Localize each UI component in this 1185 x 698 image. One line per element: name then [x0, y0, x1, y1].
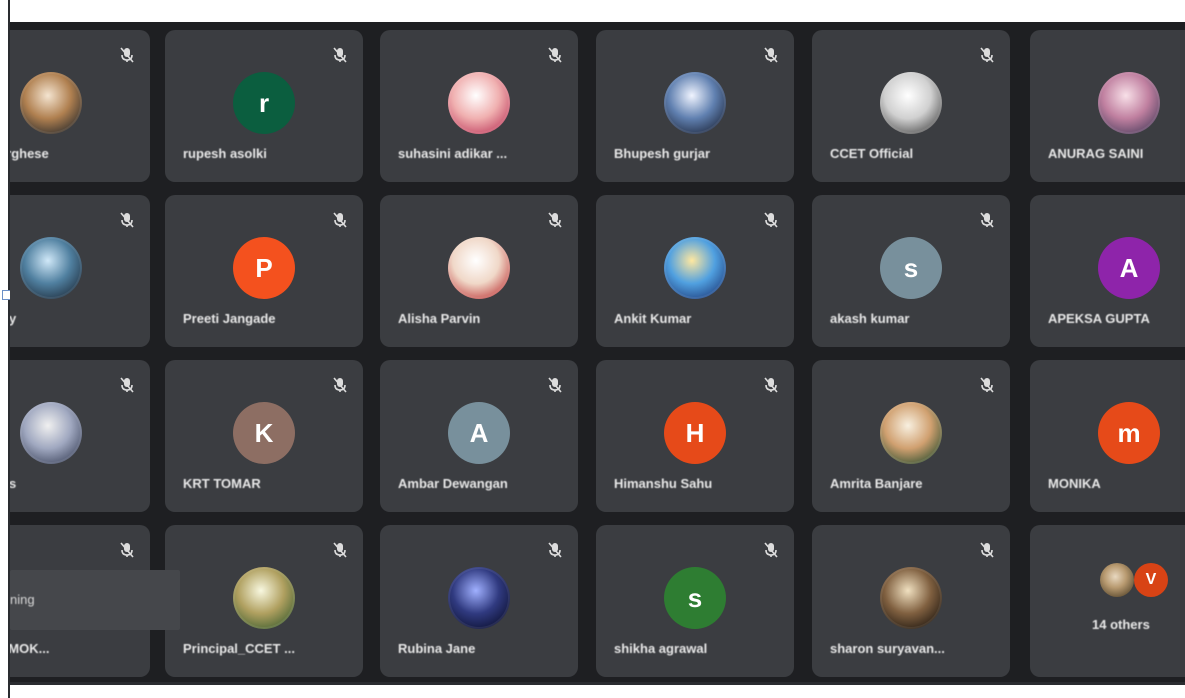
mic-off-icon	[980, 377, 994, 393]
avatar: r	[233, 72, 295, 134]
mic-off-icon	[333, 212, 347, 228]
avatar	[880, 567, 942, 629]
participant-grid: V 14 others sharon suryavan... s shikha agra…	[10, 22, 1185, 682]
bottom-edge-line	[10, 682, 1185, 685]
avatar: A	[1098, 237, 1160, 299]
avatar	[20, 72, 82, 134]
mic-off-icon	[764, 47, 778, 63]
participant-name: rupesh asolki	[183, 146, 267, 161]
participant-tile[interactable]: m MONIKA	[1030, 360, 1185, 512]
participant-name: suhasini adikar ...	[398, 146, 508, 161]
hover-overlay: ning	[10, 570, 180, 630]
mic-off-icon	[120, 377, 134, 393]
mic-off-icon	[980, 212, 994, 228]
avatar: A	[448, 402, 510, 464]
avatar	[20, 402, 82, 464]
avatar	[880, 402, 942, 464]
participant-tile[interactable]: ANURAG SAINI	[1030, 30, 1185, 182]
participant-tile[interactable]: Amrita Banjare	[812, 360, 1010, 512]
participant-name: Ambar Dewangan	[398, 476, 508, 491]
participant-tile[interactable]: A Ambar Dewangan	[380, 360, 578, 512]
mic-off-icon	[333, 377, 347, 393]
participant-name: Amrita Banjare	[830, 476, 923, 491]
participant-tile[interactable]: Rubina Jane	[380, 525, 578, 677]
participant-tile[interactable]: CCET Official	[812, 30, 1010, 182]
participant-name: 14 others	[1092, 617, 1150, 632]
participant-tile[interactable]: Alisha Parvin	[380, 195, 578, 347]
participant-name: APEKSA GUPTA	[1048, 311, 1150, 326]
avatar: m	[1098, 402, 1160, 464]
participant-tile[interactable]: H Himanshu Sahu	[596, 360, 794, 512]
participant-tile[interactable]: s shikha agrawal	[596, 525, 794, 677]
participant-tile[interactable]: r rupesh asolki	[165, 30, 363, 182]
avatar: s	[664, 567, 726, 629]
mic-off-icon	[120, 47, 134, 63]
participant-tile[interactable]: V 14 others	[1030, 525, 1185, 677]
participant-tile[interactable]: Devdas	[10, 360, 150, 512]
avatar	[448, 72, 510, 134]
participant-name: Principal_CCET ...	[183, 641, 295, 656]
participant-name: KRT TOMAR	[183, 476, 261, 491]
participant-name: akash kumar	[830, 311, 910, 326]
participant-tile[interactable]: P Preeti Jangade	[165, 195, 363, 347]
participant-name: Preeti Jangade	[183, 311, 276, 326]
participant-name: ifabhi MOK...	[10, 641, 50, 656]
mic-off-icon	[548, 47, 562, 63]
mic-off-icon	[764, 212, 778, 228]
participant-tile[interactable]: s akash kumar	[812, 195, 1010, 347]
participant-name: Himanshu Sahu	[614, 476, 713, 491]
participant-tile[interactable]: suhasini adikar ...	[380, 30, 578, 182]
avatar: V	[1134, 563, 1168, 597]
participant-tile[interactable]: Ankit Kumar	[596, 195, 794, 347]
avatar	[448, 567, 510, 629]
avatar	[448, 237, 510, 299]
others-avatars: V	[1100, 563, 1170, 603]
participant-name: sharon suryavan...	[830, 641, 945, 656]
mic-off-icon	[764, 377, 778, 393]
mic-off-icon	[980, 47, 994, 63]
avatar	[880, 72, 942, 134]
mic-off-icon	[764, 542, 778, 558]
participant-name: Devdas	[10, 476, 17, 491]
avatar: H	[664, 402, 726, 464]
mic-off-icon	[120, 212, 134, 228]
mic-off-icon	[548, 542, 562, 558]
participant-tile[interactable]: Bhupesh gurjar	[596, 30, 794, 182]
participant-tile[interactable]: Pandey	[10, 195, 150, 347]
avatar: P	[233, 237, 295, 299]
participant-name: Pandey	[10, 311, 17, 326]
participant-tile[interactable]: PV Varghese	[10, 30, 150, 182]
avatar	[1100, 563, 1134, 597]
participant-tile[interactable]: K KRT TOMAR	[165, 360, 363, 512]
avatar	[20, 237, 82, 299]
participant-name: ANURAG SAINI	[1048, 146, 1144, 161]
participant-name: PV Varghese	[10, 146, 49, 161]
participant-name: MONIKA	[1048, 476, 1101, 491]
hover-overlay-text: ning	[10, 592, 35, 607]
mic-off-icon	[333, 542, 347, 558]
participant-tile[interactable]: sharon suryavan...	[812, 525, 1010, 677]
mic-off-icon	[980, 542, 994, 558]
mic-off-icon	[548, 377, 562, 393]
avatar	[664, 72, 726, 134]
mic-off-icon	[120, 542, 134, 558]
participant-name: Alisha Parvin	[398, 311, 481, 326]
participant-tile[interactable]: A APEKSA GUPTA	[1030, 195, 1185, 347]
avatar	[233, 567, 295, 629]
avatar	[1098, 72, 1160, 134]
participant-name: shikha agrawal	[614, 641, 708, 656]
mic-off-icon	[548, 212, 562, 228]
participant-name: Rubina Jane	[398, 641, 476, 656]
participant-name: CCET Official	[830, 146, 914, 161]
participant-name: Ankit Kumar	[614, 311, 692, 326]
avatar	[664, 237, 726, 299]
avatar: K	[233, 402, 295, 464]
participant-name: Bhupesh gurjar	[614, 146, 711, 161]
participant-tile[interactable]: Principal_CCET ...	[165, 525, 363, 677]
mic-off-icon	[333, 47, 347, 63]
avatar: s	[880, 237, 942, 299]
